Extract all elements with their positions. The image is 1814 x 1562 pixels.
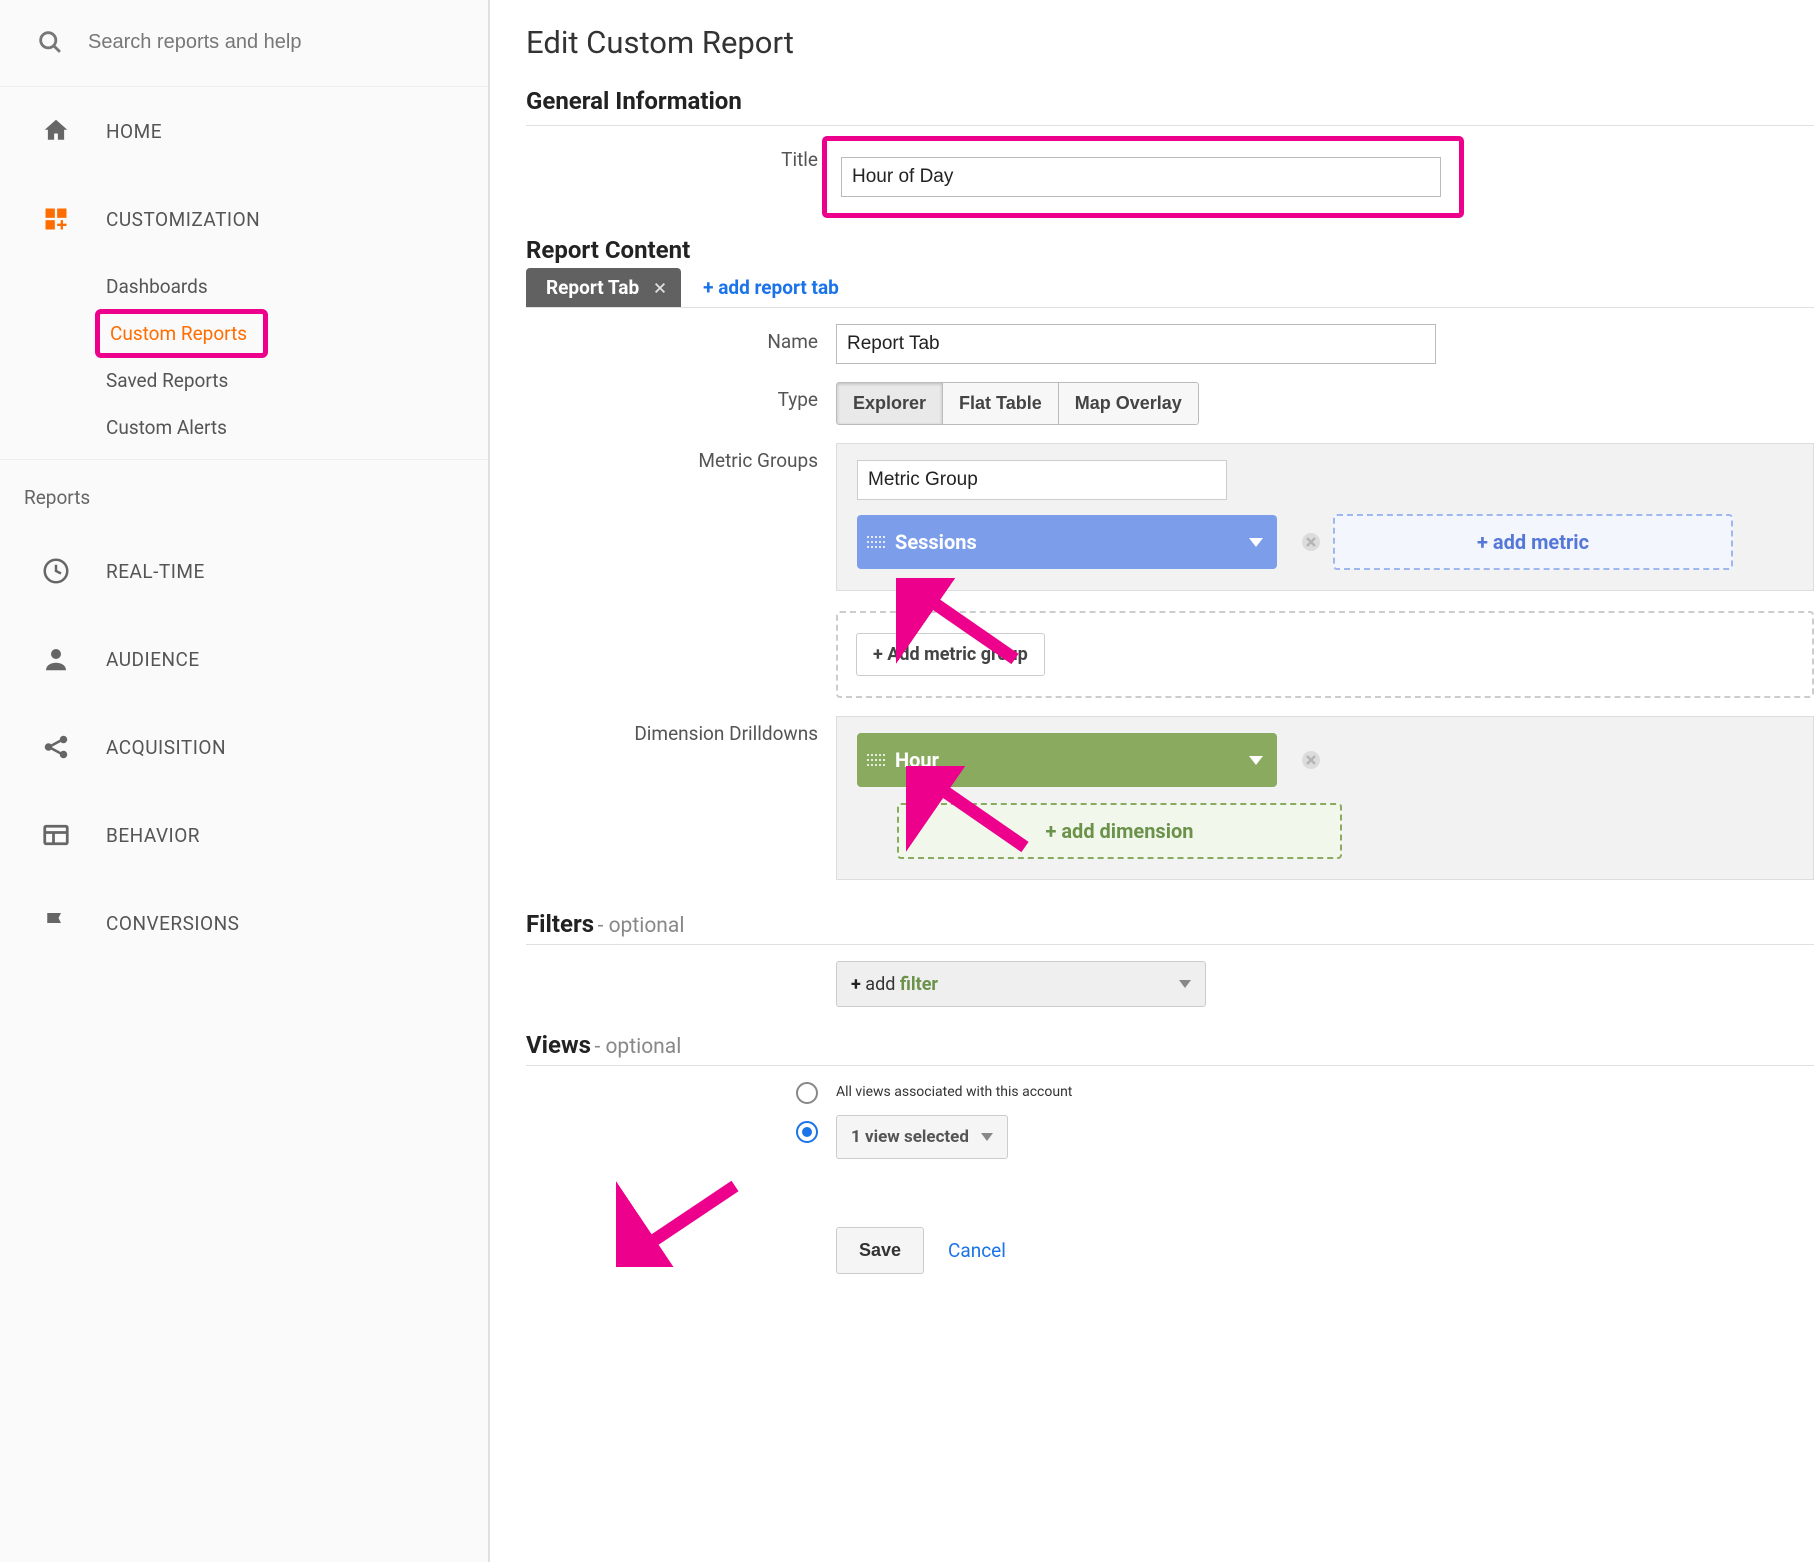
nav-home[interactable]: HOME: [0, 87, 488, 175]
type-label: Type: [526, 382, 836, 411]
row-type: Type Explorer Flat Table Map Overlay: [526, 382, 1814, 425]
dimension-chip-hour[interactable]: Hour: [857, 733, 1277, 787]
metric-chip-label: Sessions: [895, 530, 977, 554]
home-icon: [36, 111, 76, 151]
row-filters: + add filter: [526, 961, 1814, 1007]
row-name: Name: [526, 324, 1814, 364]
view-selected-label: 1 view selected: [851, 1127, 969, 1147]
remove-dimension-button[interactable]: [1301, 750, 1321, 770]
main-content: Edit Custom Report General Information T…: [490, 0, 1814, 1562]
remove-metric-button[interactable]: [1301, 532, 1321, 552]
search-row: [0, 0, 488, 87]
sidebar: HOME CUSTOMIZATION Dashboards Custom Rep…: [0, 0, 490, 1562]
row-views-selected: 1 view selected: [526, 1115, 1814, 1159]
person-icon: [36, 639, 76, 679]
name-input[interactable]: [836, 324, 1436, 364]
layout-icon: [36, 815, 76, 855]
nav-audience[interactable]: AUDIENCE: [0, 615, 488, 703]
tab-report-tab[interactable]: Report Tab: [526, 268, 681, 307]
row-title: Title: [526, 142, 1814, 218]
views-all-label: All views associated with this account: [836, 1084, 1072, 1100]
row-actions: Save Cancel: [526, 1177, 1814, 1274]
save-button[interactable]: Save: [836, 1227, 924, 1274]
nav-acquisition[interactable]: ACQUISITION: [0, 703, 488, 791]
nav-sub-custom-alerts[interactable]: Custom Alerts: [0, 404, 488, 451]
tab-label: Report Tab: [546, 276, 639, 299]
add-metric-group-box: + Add metric group: [836, 611, 1814, 698]
content-heading: Report Content: [526, 236, 1814, 264]
nav-sub-saved-reports[interactable]: Saved Reports: [0, 357, 488, 404]
cancel-link[interactable]: Cancel: [948, 1239, 1006, 1262]
name-label: Name: [526, 324, 836, 353]
add-metric-group-button[interactable]: + Add metric group: [856, 633, 1045, 676]
nav-home-label: HOME: [106, 120, 162, 143]
section-views: Views - optional: [526, 1031, 1814, 1066]
chevron-down-icon[interactable]: [1249, 756, 1263, 765]
nav-sub-custom-reports[interactable]: Custom Reports: [100, 316, 257, 351]
add-dimension-button[interactable]: + add dimension: [897, 803, 1342, 859]
filters-heading: Filters: [526, 910, 594, 938]
nav-customization[interactable]: CUSTOMIZATION: [0, 175, 488, 263]
add-filter-label: + add filter: [851, 974, 938, 995]
metric-group-box: Sessions + add metric: [836, 443, 1814, 591]
nav-customization-label: CUSTOMIZATION: [106, 208, 260, 231]
app-root: HOME CUSTOMIZATION Dashboards Custom Rep…: [0, 0, 1814, 1562]
dimension-box: Hour + add dimension: [836, 716, 1814, 880]
general-heading: General Information: [526, 87, 1814, 115]
drag-handle-icon[interactable]: [867, 754, 885, 766]
metric-group-name-input[interactable]: [857, 460, 1227, 500]
add-metric-button[interactable]: + add metric: [1333, 514, 1733, 570]
type-button-group: Explorer Flat Table Map Overlay: [836, 382, 1199, 425]
add-report-tab-link[interactable]: + add report tab: [703, 276, 839, 299]
type-mapoverlay-button[interactable]: Map Overlay: [1058, 382, 1199, 425]
section-general: General Information: [526, 87, 1814, 126]
title-label: Title: [526, 142, 836, 171]
dimension-chip-label: Hour: [895, 748, 939, 772]
filters-suffix: - optional: [598, 914, 685, 938]
type-flattable-button[interactable]: Flat Table: [942, 382, 1059, 425]
row-dimension-drilldowns: Dimension Drilldowns Hour: [526, 716, 1814, 880]
highlight-title-box: [822, 136, 1464, 218]
page-title: Edit Custom Report: [526, 24, 1814, 61]
chevron-down-icon[interactable]: [1249, 538, 1263, 547]
nav-sub-dashboards[interactable]: Dashboards: [0, 263, 488, 310]
views-heading: Views: [526, 1031, 591, 1059]
search-icon: [36, 28, 64, 56]
close-icon[interactable]: [653, 281, 667, 295]
clock-icon: [36, 551, 76, 591]
customization-icon: [36, 199, 76, 239]
views-suffix: - optional: [594, 1035, 681, 1059]
type-explorer-button[interactable]: Explorer: [836, 382, 943, 425]
metric-groups-label: Metric Groups: [526, 443, 836, 472]
nav-realtime[interactable]: REAL-TIME: [0, 527, 488, 615]
metric-chip-sessions[interactable]: Sessions: [857, 515, 1277, 569]
chevron-down-icon: [1179, 980, 1191, 988]
share-icon: [36, 727, 76, 767]
section-filters: Filters - optional: [526, 910, 1814, 945]
drag-handle-icon[interactable]: [867, 536, 885, 548]
add-filter-button[interactable]: + add filter: [836, 961, 1206, 1007]
title-input[interactable]: [841, 157, 1441, 197]
chevron-down-icon: [981, 1133, 993, 1141]
dim-label: Dimension Drilldowns: [526, 716, 836, 745]
row-views-all: All views associated with this account: [526, 1082, 1814, 1109]
reports-section-label: Reports: [0, 476, 488, 527]
nav-behavior[interactable]: BEHAVIOR: [0, 791, 488, 879]
divider: [0, 459, 488, 460]
flag-icon: [36, 903, 76, 943]
radio-selected-view[interactable]: [796, 1121, 818, 1143]
radio-all-views[interactable]: [796, 1082, 818, 1104]
highlight-custom-reports: Custom Reports: [98, 312, 265, 355]
search-input[interactable]: [88, 31, 452, 54]
row-metric-groups: Metric Groups Sessions: [526, 443, 1814, 698]
view-selected-dropdown[interactable]: 1 view selected: [836, 1115, 1008, 1159]
nav-conversions[interactable]: CONVERSIONS: [0, 879, 488, 967]
